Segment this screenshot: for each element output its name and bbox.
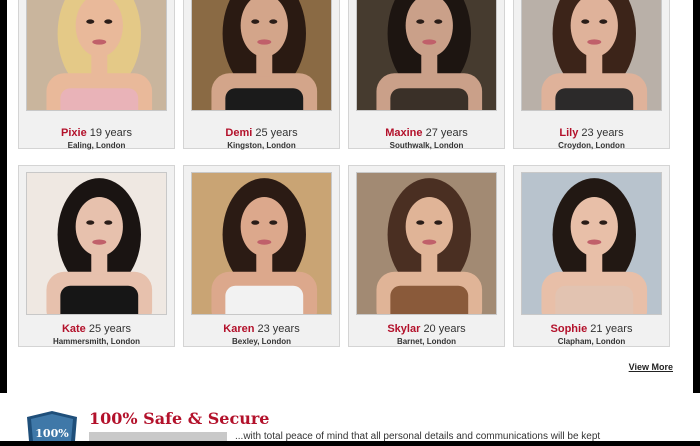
profile-name[interactable]: Kate — [62, 323, 86, 335]
clothing-shape — [555, 285, 634, 314]
profile-location: Clapham, London — [557, 337, 626, 346]
profile-card[interactable]: Demi 25 years Kingston, London — [183, 0, 340, 150]
profile-age: 23 years — [581, 127, 624, 139]
profile-age: 25 years — [255, 127, 298, 139]
badge-text: 100% — [35, 427, 69, 440]
eye-left — [416, 19, 425, 24]
profile-card[interactable]: Kate 25 years Hammersmith, London — [18, 165, 175, 347]
face-shape — [405, 196, 453, 257]
clothing-shape — [60, 285, 139, 314]
profile-name[interactable]: Demi — [225, 127, 252, 139]
decorative-bar — [89, 432, 227, 441]
profile-name-age[interactable]: Pixie 19 years — [19, 127, 174, 139]
mouth — [587, 239, 602, 245]
profile-photo[interactable] — [26, 0, 167, 111]
eye-left — [251, 19, 260, 24]
face-shape — [570, 196, 618, 257]
eye-right — [269, 19, 278, 24]
mouth — [257, 39, 272, 45]
mouth — [92, 39, 107, 45]
clothing-shape — [60, 88, 139, 110]
eye-left — [86, 220, 95, 225]
profile-photo[interactable] — [191, 0, 332, 111]
profile-name-age[interactable]: Maxine 27 years — [349, 127, 504, 139]
profile-age: 25 years — [88, 323, 132, 335]
clothing-shape — [555, 88, 634, 110]
safe-secure-section: 100% 100% Safe & Secure ...with total pe… — [0, 393, 700, 441]
safe-secure-text: ...with total peace of mind that all per… — [235, 431, 601, 441]
profile-photo[interactable] — [26, 172, 167, 315]
mouth — [92, 239, 107, 245]
profile-name[interactable]: Sophie — [551, 323, 588, 335]
profile-name[interactable]: Karen — [223, 323, 254, 335]
face-shape — [240, 196, 288, 257]
profile-age: 19 years — [89, 127, 132, 139]
profile-name-age[interactable]: Lily 23 years — [514, 127, 669, 139]
eye-right — [434, 19, 443, 24]
profile-photo[interactable] — [356, 172, 497, 315]
profile-card[interactable]: Sophie 21 years Clapham, London — [513, 165, 670, 347]
eye-left — [416, 220, 425, 225]
profile-age: 23 years — [257, 323, 300, 335]
profile-location: Croydon, London — [558, 141, 625, 150]
profile-card[interactable]: Skylar 20 years Barnet, London — [348, 165, 505, 347]
profile-name[interactable]: Lily — [559, 127, 578, 139]
profile-location: Hammersmith, London — [52, 337, 141, 346]
eye-right — [269, 220, 278, 225]
profile-photo[interactable] — [191, 172, 332, 315]
profile-location: Kingston, London — [227, 141, 296, 150]
mouth — [422, 39, 437, 45]
profile-age: 20 years — [423, 323, 466, 335]
profile-name-age[interactable]: Sophie 21 years — [514, 323, 669, 335]
safe-secure-title: 100% Safe & Secure — [89, 409, 270, 428]
profile-name-age[interactable]: Kate 25 years — [19, 323, 174, 335]
profile-name-age[interactable]: Karen 23 years — [184, 323, 339, 335]
profile-card[interactable]: Lily 23 years Croydon, London — [513, 0, 670, 150]
profile-location: Ealing, London — [67, 141, 126, 150]
eye-left — [581, 19, 590, 24]
clothing-shape — [225, 88, 304, 110]
mouth — [257, 239, 272, 245]
eye-right — [599, 220, 608, 225]
profile-location: Barnet, London — [396, 337, 457, 346]
security-badge-icon: 100% — [27, 411, 77, 441]
eye-right — [104, 220, 113, 225]
profile-card[interactable]: Pixie 19 years Ealing, London — [18, 0, 175, 150]
eye-left — [251, 220, 260, 225]
profile-age: 21 years — [590, 323, 633, 335]
eye-right — [599, 19, 608, 24]
profile-photo[interactable] — [521, 172, 662, 315]
profile-photo[interactable] — [356, 0, 497, 111]
profile-grid-panel: Pixie 19 years Ealing, London Demi 25 ye… — [7, 0, 693, 393]
face-shape — [75, 196, 123, 257]
eye-left — [581, 220, 590, 225]
eye-left — [86, 19, 95, 24]
mouth — [587, 39, 602, 45]
clothing-shape — [225, 285, 304, 314]
profile-name-age[interactable]: Skylar 20 years — [349, 323, 504, 335]
profile-card[interactable]: Maxine 27 years Southwalk, London — [348, 0, 505, 150]
clothing-shape — [390, 285, 469, 314]
profile-name[interactable]: Pixie — [61, 127, 87, 139]
profile-name[interactable]: Skylar — [387, 323, 420, 335]
profile-card[interactable]: Karen 23 years Bexley, London — [183, 165, 340, 347]
view-more-link[interactable]: View More — [629, 362, 673, 372]
eye-right — [434, 220, 443, 225]
profile-name[interactable]: Maxine — [385, 127, 422, 139]
eye-right — [104, 19, 113, 24]
clothing-shape — [390, 88, 469, 110]
profile-photo[interactable] — [521, 0, 662, 111]
mouth — [422, 239, 437, 245]
profile-location: Bexley, London — [232, 337, 291, 346]
profile-age: 27 years — [425, 127, 468, 139]
profile-name-age[interactable]: Demi 25 years — [184, 127, 339, 139]
profile-location: Southwalk, London — [389, 141, 464, 150]
